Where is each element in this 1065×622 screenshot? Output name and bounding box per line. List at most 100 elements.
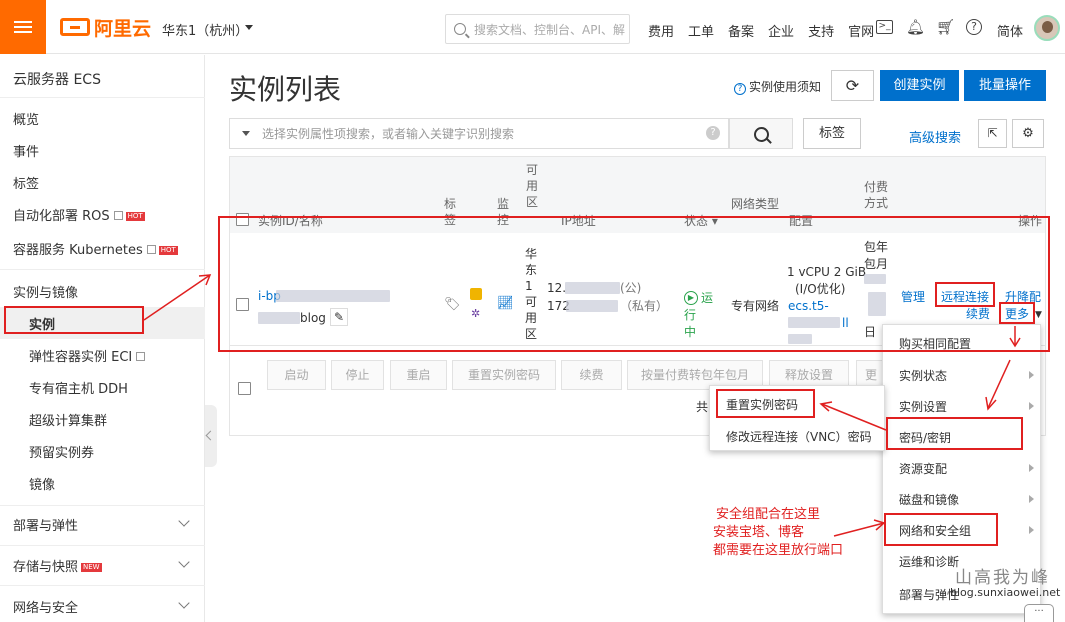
chevron-right-icon (1029, 402, 1034, 410)
sidebar-item-ros[interactable]: 自动化部署 ROS HOT (13, 205, 145, 224)
search-button[interactable] (729, 118, 793, 149)
th-network-label: 网络类型 (731, 197, 780, 211)
gear-icon: ⚙ (1022, 126, 1034, 141)
create-instance-button[interactable]: 创建实例 (880, 70, 959, 101)
region-selector[interactable]: 华东1（杭州） (162, 20, 248, 39)
stop-button[interactable]: 停止 (331, 360, 384, 390)
hot-badge: HOT (158, 246, 178, 255)
sidebar-item-tags[interactable]: 标签 (13, 173, 39, 192)
th-billing[interactable]: 付费方式 (864, 179, 890, 211)
menu-item-ops-diagnosis[interactable]: 运维和诊断 (899, 553, 959, 570)
highlight-instances (4, 306, 144, 334)
annotation-line1: 安全组配合在这里 (716, 507, 821, 522)
menu-item-instance-settings[interactable]: 实例设置 (899, 398, 947, 415)
sidebar-group-storage-snapshots[interactable]: 存储与快照 NEW (13, 556, 102, 575)
new-badge: NEW (81, 563, 102, 572)
sidebar-item-label: 弹性容器实例 ECI (29, 350, 133, 365)
sidebar-title: 云服务器 ECS (13, 72, 101, 88)
chevron-down-icon[interactable] (242, 131, 250, 136)
sidebar-item-ddh[interactable]: 专有宿主机 DDH (29, 378, 128, 397)
refresh-icon: ⟳ (845, 76, 860, 95)
sidebar-group-network-security[interactable]: 网络与安全 (13, 597, 78, 616)
refresh-button[interactable]: ⟳ (831, 70, 874, 101)
nav-tickets[interactable]: 工单 (688, 21, 714, 40)
usage-notes-link[interactable]: ? 实例使用须知 (734, 78, 821, 95)
sidebar-item-images[interactable]: 镜像 (29, 474, 55, 493)
restart-button[interactable]: 重启 (390, 360, 447, 390)
logo-text: 阿里云 (94, 17, 152, 40)
hamburger-icon (14, 18, 32, 36)
reset-password-button[interactable]: 重置实例密码 (452, 360, 556, 390)
external-link-icon (136, 352, 146, 361)
hot-badge: HOT (125, 212, 145, 221)
watermark-url: blog.sunxiaowei.net (950, 586, 1061, 599)
filter-help-icon[interactable]: ? (706, 126, 720, 140)
sidebar-group-deploy-elastic[interactable]: 部署与弹性 (13, 515, 78, 534)
chevron-right-icon (1029, 495, 1034, 503)
external-link-icon (146, 245, 156, 254)
start-button[interactable]: 启动 (267, 360, 326, 390)
sidebar-item-overview[interactable]: 概览 (13, 109, 39, 128)
hamburger-menu-button[interactable] (0, 0, 46, 54)
menu-item-modify-vnc-password[interactable]: 修改远程连接（VNC）密码 (726, 428, 872, 445)
filter-placeholder: 选择实例属性项搜索，或者输入关键字识别搜索 (262, 127, 515, 141)
export-button[interactable]: ⇱ (978, 119, 1007, 148)
question-icon: ? (734, 83, 746, 95)
terminal-icon[interactable]: >_ (876, 20, 893, 34)
sidebar-collapse-handle[interactable] (205, 405, 217, 467)
sidebar-item-scc[interactable]: 超级计算集群 (29, 410, 107, 429)
language-switch[interactable]: 简体 (997, 21, 1023, 40)
search-icon (454, 23, 466, 35)
nav-official-site[interactable]: 官网 (848, 21, 874, 40)
help-icon[interactable]: ? (966, 19, 982, 35)
column-settings-button[interactable]: ⚙ (1012, 119, 1044, 148)
highlight-password-key (886, 417, 1023, 450)
top-nav: 费用 工单 备案 企业 支持 官网 (648, 21, 888, 40)
annotation-line2: 安装宝塔、博客 (713, 525, 805, 540)
menu-item-disk-image[interactable]: 磁盘和镜像 (899, 491, 959, 508)
nav-support[interactable]: 支持 (808, 21, 834, 40)
page-title: 实例列表 (229, 73, 342, 106)
chat-icon[interactable]: ··· (1024, 604, 1054, 622)
sidebar-item-events[interactable]: 事件 (13, 141, 39, 160)
menu-item-resource-change[interactable]: 资源变配 (899, 460, 947, 477)
sidebar-group-instances-images[interactable]: 实例与镜像 (13, 282, 78, 301)
renew-button[interactable]: 续费 (561, 360, 622, 390)
chevron-right-icon (1029, 464, 1034, 472)
sidebar-item-kubernetes[interactable]: 容器服务 Kubernetes HOT (13, 239, 178, 258)
annotation-line3: 都需要在这里放行端口 (713, 543, 844, 558)
sidebar-item-instances[interactable]: 实例 (29, 314, 55, 333)
global-search-input[interactable]: 搜索文档、控制台、API、解 (445, 14, 630, 44)
sidebar-item-label: 容器服务 Kubernetes (13, 243, 143, 258)
usage-notes-label: 实例使用须知 (749, 80, 822, 94)
sidebar-item-reserved-instances[interactable]: 预留实例券 (29, 442, 94, 461)
chevron-right-icon (1029, 371, 1034, 379)
export-icon: ⇱ (987, 126, 998, 140)
batch-operation-button[interactable]: 批量操作 (964, 70, 1046, 101)
sidebar-item-label: 存储与快照 (13, 560, 79, 575)
cart-icon[interactable]: 🛒︎ (936, 19, 955, 35)
highlight-more (999, 302, 1035, 324)
avatar[interactable] (1034, 15, 1060, 41)
th-network[interactable]: 网络类型 (731, 196, 779, 212)
tag-filter-button[interactable]: 标签 (803, 118, 861, 149)
nav-icp[interactable]: 备案 (728, 21, 754, 40)
instance-filter-input[interactable]: 选择实例属性项搜索，或者输入关键字识别搜索 (229, 118, 729, 149)
menu-item-instance-status[interactable]: 实例状态 (899, 367, 947, 384)
bell-icon[interactable]: 🔔︎ (906, 19, 925, 35)
chevron-right-icon (1029, 526, 1034, 534)
nav-enterprise[interactable]: 企业 (768, 21, 794, 40)
highlight-instance-row (218, 216, 1050, 352)
th-zone: 可用区 (526, 163, 539, 209)
highlight-reset-password (716, 389, 815, 418)
aliyun-logo[interactable]: 阿里云 (60, 14, 151, 40)
sidebar-item-label: 自动化部署 ROS (13, 209, 110, 224)
advanced-search-link[interactable]: 高级搜索 (909, 127, 961, 146)
watermark-name: 山高我为峰 (955, 568, 1050, 588)
total-count: 共 (696, 400, 709, 414)
footer-select-all-checkbox[interactable] (238, 382, 251, 395)
sidebar-item-eci[interactable]: 弹性容器实例 ECI (29, 346, 146, 365)
nav-fees[interactable]: 费用 (648, 21, 674, 40)
highlight-network-security-group (884, 513, 998, 546)
chevron-down-icon[interactable] (245, 25, 253, 30)
